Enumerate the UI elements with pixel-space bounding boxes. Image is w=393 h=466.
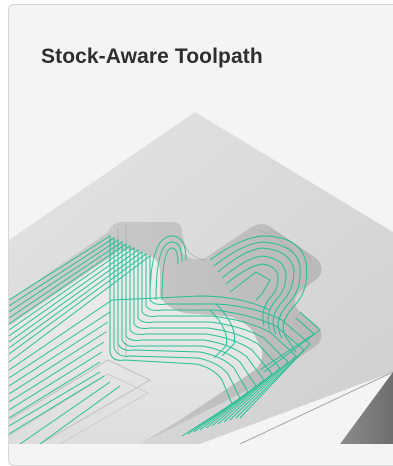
machined-pocket-toolpath-illustration <box>9 112 393 444</box>
